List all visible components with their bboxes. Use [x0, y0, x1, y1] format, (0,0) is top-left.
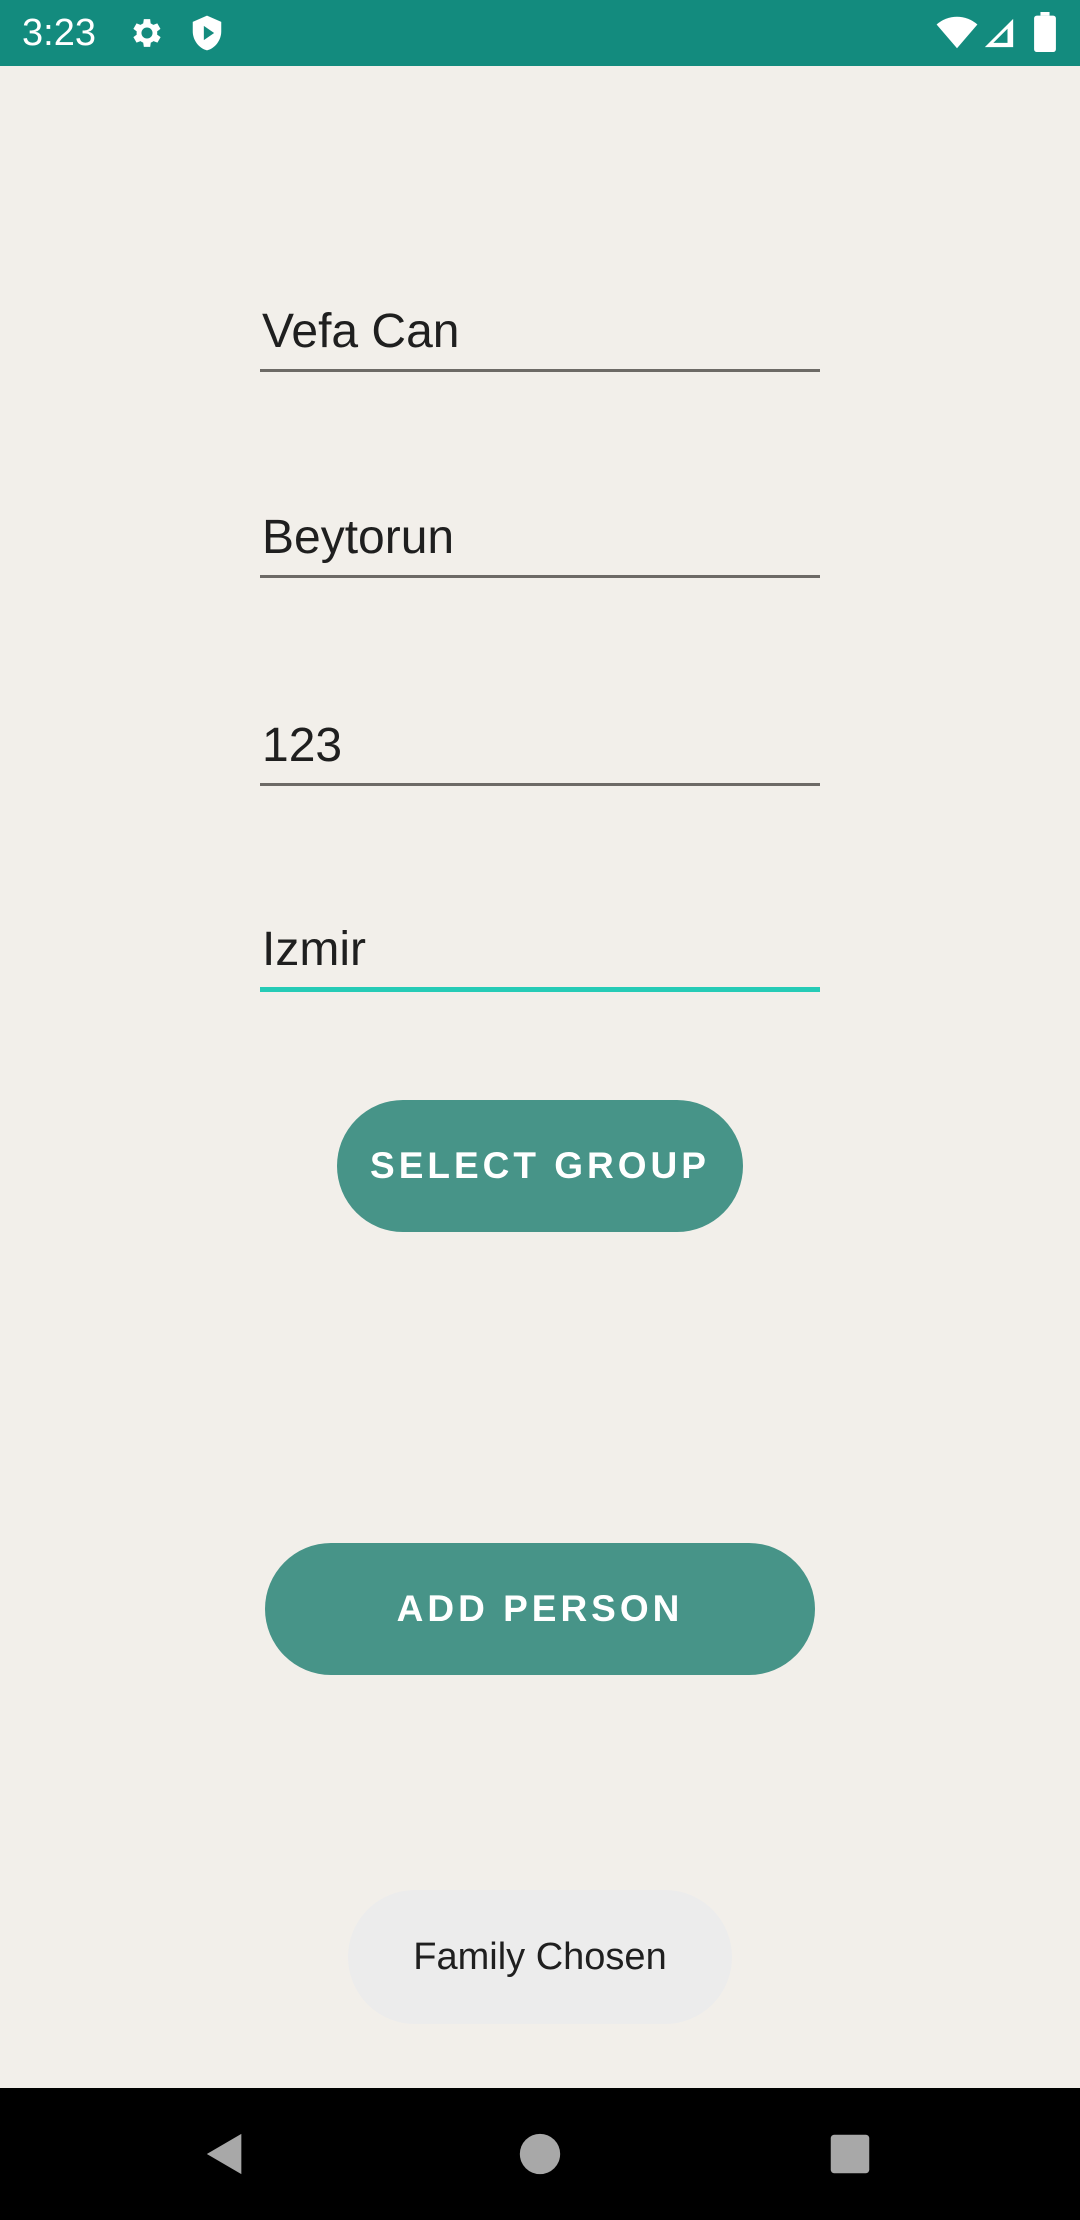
last-name-value[interactable]: Beytorun	[262, 510, 802, 565]
first-name-field[interactable]: Vefa Can	[260, 292, 820, 372]
phone-value[interactable]: 123	[262, 718, 802, 773]
battery-icon	[1034, 12, 1056, 57]
back-button[interactable]	[166, 2088, 286, 2220]
add-person-form: Vefa Can Beytorun 123 Izmir SELECT GROUP…	[0, 66, 1080, 2088]
wifi-icon	[936, 16, 978, 55]
recents-icon	[830, 2134, 870, 2174]
recents-button[interactable]	[790, 2088, 910, 2220]
toast-message: Family Chosen	[348, 1890, 732, 2024]
home-button[interactable]	[480, 2088, 600, 2220]
city-field[interactable]: Izmir	[260, 912, 820, 992]
back-icon	[206, 2133, 242, 2175]
status-bar: 3:23	[0, 0, 1080, 66]
city-value[interactable]: Izmir	[262, 922, 802, 977]
home-icon	[519, 2133, 561, 2175]
navigation-bar	[0, 2088, 1080, 2220]
shield-play-icon	[188, 14, 226, 57]
add-person-button[interactable]: ADD PERSON	[265, 1543, 815, 1675]
last-name-field[interactable]: Beytorun	[260, 498, 820, 578]
gear-icon	[128, 14, 166, 57]
cell-signal-icon	[982, 16, 1016, 55]
select-group-button[interactable]: SELECT GROUP	[337, 1100, 743, 1232]
phone-field[interactable]: 123	[260, 706, 820, 786]
status-time: 3:23	[22, 12, 96, 54]
toast-text: Family Chosen	[413, 1935, 667, 1978]
first-name-value[interactable]: Vefa Can	[262, 304, 802, 359]
